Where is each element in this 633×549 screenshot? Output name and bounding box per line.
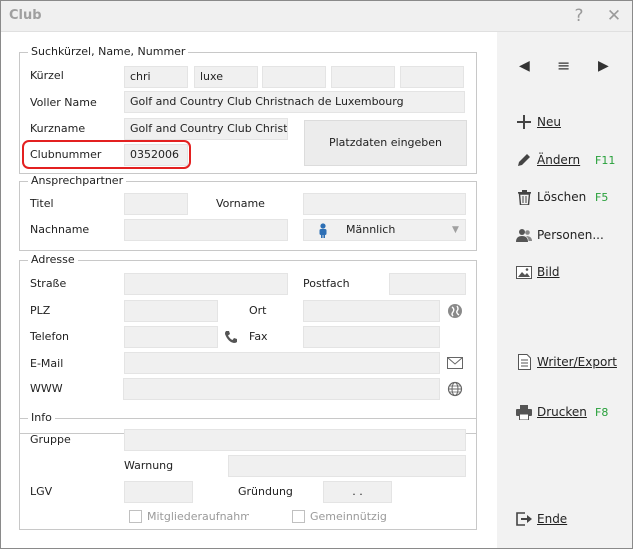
gruendung-label: Gründung <box>238 485 293 498</box>
printer-icon <box>515 403 533 421</box>
titel-label: Titel <box>30 197 54 210</box>
action-sidebar: ◀ ≡ ▶ Neu Ändern F11 Löschen F5 Personen… <box>497 32 632 548</box>
bild-label: Bild <box>537 265 560 279</box>
strasse-field[interactable] <box>124 273 288 295</box>
aendern-shortcut: F11 <box>595 153 616 167</box>
vorname-field[interactable] <box>303 193 466 215</box>
kuerzel-field-3[interactable] <box>262 66 326 88</box>
warnung-label: Warnung <box>124 459 174 472</box>
ende-button[interactable]: Ende <box>515 510 567 528</box>
contact-legend: Ansprechpartner <box>28 174 127 187</box>
lgv-label: LGV <box>30 485 53 498</box>
platzdaten-button[interactable]: Platzdaten eingeben <box>304 120 467 166</box>
phone-icon[interactable] <box>220 326 242 348</box>
loeschen-button[interactable]: Löschen F5 <box>515 188 608 206</box>
trash-icon <box>515 188 533 206</box>
window-title: Club <box>9 8 42 23</box>
telefon-field[interactable] <box>124 326 218 348</box>
gruppe-field[interactable] <box>124 429 466 451</box>
personen-label: Personen... <box>537 228 604 242</box>
form-area: Suchkürzel, Name, Nummer Kürzel chri lux… <box>2 32 497 547</box>
search-legend: Suchkürzel, Name, Nummer <box>28 45 189 58</box>
writer-export-label: Writer/Export <box>537 355 617 369</box>
kurzname-field[interactable]: Golf and Country Club Christ <box>124 118 288 140</box>
info-legend: Info <box>28 411 55 424</box>
www-label: WWW <box>30 382 63 395</box>
email-label: E-Mail <box>30 357 64 370</box>
lgv-field[interactable] <box>124 481 193 503</box>
gender-select[interactable]: Männlich ▼ <box>303 219 466 241</box>
writer-export-button[interactable]: Writer/Export <box>515 353 617 371</box>
previous-icon[interactable]: ◀ <box>519 58 530 74</box>
kuerzel-field-1[interactable]: chri <box>124 66 188 88</box>
aendern-label: Ändern <box>537 153 581 167</box>
loeschen-label: Löschen <box>537 190 587 204</box>
chevron-down-icon: ▼ <box>452 225 459 235</box>
drucken-button[interactable]: Drucken F8 <box>515 403 608 421</box>
personen-button[interactable]: Personen... <box>515 226 604 244</box>
people-icon <box>515 226 533 244</box>
ort-field[interactable] <box>303 300 440 322</box>
vollername-label: Voller Name <box>30 96 97 109</box>
mitglieder-label: Mitgliederaufnahme <box>147 510 249 523</box>
vorname-label: Vorname <box>216 197 265 210</box>
globe-map-icon[interactable] <box>444 300 466 322</box>
neu-label: Neu <box>537 115 561 129</box>
vollername-field[interactable]: Golf and Country Club Christnach de Luxe… <box>124 91 465 113</box>
drucken-shortcut: F8 <box>595 405 609 419</box>
clubnummer-highlight <box>22 140 191 169</box>
title-bar: Club ? ✕ <box>1 1 632 32</box>
image-icon <box>515 263 533 281</box>
loeschen-shortcut: F5 <box>595 190 609 204</box>
gemeinnuetzig-label: Gemeinnützig <box>310 510 387 523</box>
nachname-field[interactable] <box>124 219 288 241</box>
kuerzel-field-5[interactable] <box>400 66 464 88</box>
next-icon[interactable]: ▶ <box>598 58 609 74</box>
gemeinnuetzig-checkbox[interactable] <box>292 510 305 523</box>
neu-button[interactable]: Neu <box>515 113 561 131</box>
kuerzel-label: Kürzel <box>30 69 64 82</box>
gender-value: Männlich <box>346 223 396 236</box>
pencil-icon <box>515 151 533 169</box>
telefon-label: Telefon <box>30 330 70 343</box>
club-window: Club ? ✕ Suchkürzel, Name, Nummer Kürzel… <box>0 0 633 549</box>
kuerzel-field-2[interactable]: luxe <box>194 66 258 88</box>
kuerzel-field-4[interactable] <box>331 66 395 88</box>
document-icon <box>515 353 533 371</box>
address-legend: Adresse <box>28 253 78 266</box>
plus-icon <box>515 113 533 131</box>
exit-icon <box>515 510 533 528</box>
www-field[interactable] <box>123 378 440 400</box>
titel-field[interactable] <box>124 193 188 215</box>
warnung-field[interactable] <box>228 455 466 477</box>
postfach-label: Postfach <box>303 277 350 290</box>
plz-field[interactable] <box>124 300 218 322</box>
ende-label: Ende <box>537 512 568 526</box>
person-icon <box>318 223 328 240</box>
menu-icon[interactable]: ≡ <box>557 56 570 75</box>
plz-label: PLZ <box>30 304 51 317</box>
globe-icon[interactable] <box>444 378 466 400</box>
ort-label: Ort <box>249 304 267 317</box>
nachname-label: Nachname <box>30 223 90 236</box>
mail-icon[interactable] <box>444 352 466 374</box>
fax-label: Fax <box>249 330 268 343</box>
help-icon[interactable]: ? <box>567 5 591 27</box>
close-icon[interactable]: ✕ <box>602 5 626 27</box>
gruendung-field[interactable]: . . <box>323 481 392 503</box>
platzdaten-button-label: Platzdaten eingeben <box>328 136 443 149</box>
mitglieder-checkbox[interactable] <box>129 510 142 523</box>
fax-field[interactable] <box>303 326 440 348</box>
gruppe-label: Gruppe <box>30 433 71 446</box>
aendern-button[interactable]: Ändern F11 <box>515 151 615 169</box>
strasse-label: Straße <box>30 277 67 290</box>
drucken-label: Drucken <box>537 405 587 419</box>
email-field[interactable] <box>124 352 440 374</box>
postfach-field[interactable] <box>389 273 466 295</box>
kurzname-label: Kurzname <box>30 122 86 135</box>
bild-button[interactable]: Bild <box>515 263 560 281</box>
